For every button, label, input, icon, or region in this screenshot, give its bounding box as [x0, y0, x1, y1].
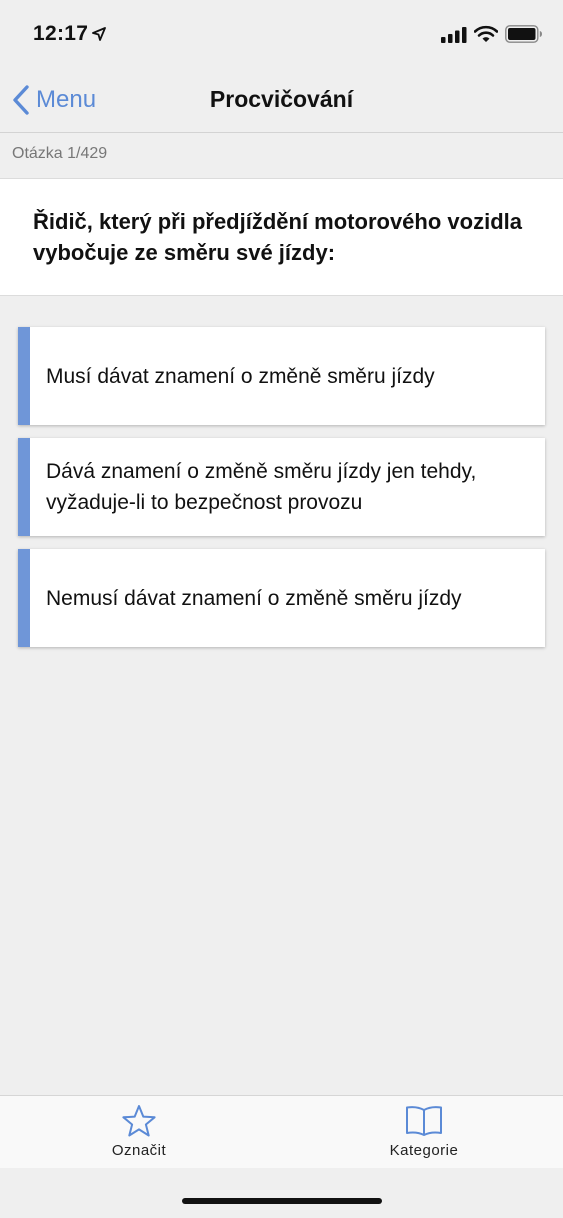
- home-indicator[interactable]: [182, 1198, 382, 1204]
- wifi-icon: [474, 25, 498, 42]
- tab-mark-label: Označit: [111, 1142, 167, 1159]
- answer-option-1[interactable]: Musí dávat znamení o změně směru jízdy: [18, 327, 545, 425]
- cellular-signal-icon: [441, 27, 467, 43]
- status-time: 12:17: [33, 22, 89, 45]
- answer-text: Musí dávat znamení o změně směru jízdy: [46, 364, 435, 388]
- page-title: Procvičování: [209, 86, 354, 112]
- tab-mark[interactable]: Označit: [69, 1104, 209, 1164]
- question-panel: Řidič, který při předjíždění motorového …: [0, 178, 563, 296]
- tab-categories-label: Kategorie: [389, 1142, 459, 1159]
- answer-option-2[interactable]: Dává znamení o změně směru jízdy jen teh…: [18, 438, 545, 536]
- home-indicator-area: [0, 1168, 563, 1218]
- question-counter: Otázka 1/429: [12, 145, 108, 162]
- question-text: Řidič, který při předjíždění motorového …: [33, 209, 522, 265]
- navigation-bar: Menu Procvičování: [0, 70, 563, 133]
- tab-bar: Označit Kategorie: [0, 1095, 563, 1168]
- status-bar: 12:17: [0, 0, 563, 70]
- answer-text: Nemusí dávat znamení o změně směru jízdy: [46, 586, 462, 610]
- star-icon: [122, 1105, 156, 1137]
- book-icon: [406, 1106, 442, 1136]
- location-arrow-icon: [92, 27, 106, 41]
- battery-icon: [505, 25, 542, 43]
- answer-option-3[interactable]: Nemusí dávat znamení o změně směru jízdy: [18, 549, 545, 647]
- answer-text: Dává znamení o změně směru jízdy jen teh…: [46, 460, 477, 514]
- tab-categories[interactable]: Kategorie: [354, 1104, 494, 1164]
